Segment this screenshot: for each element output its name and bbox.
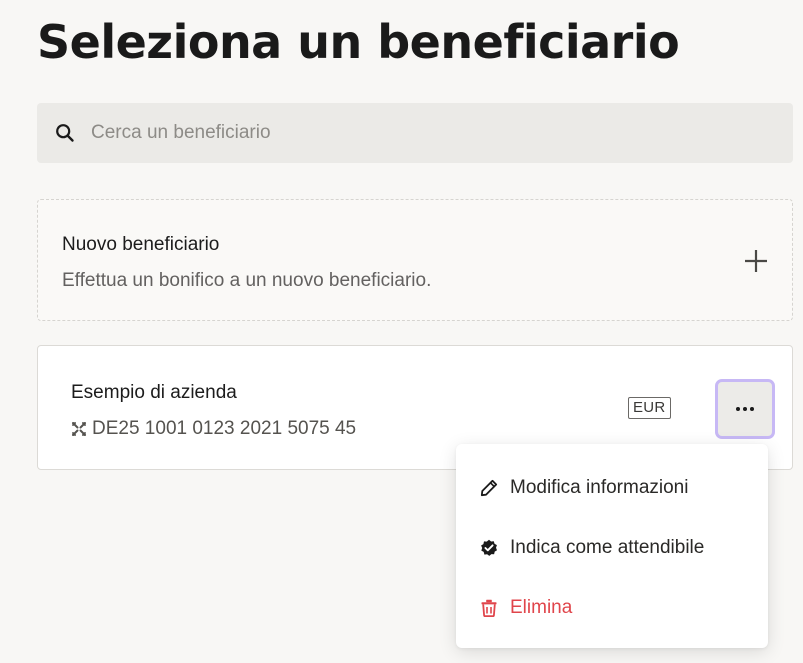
search-input[interactable] [91, 122, 691, 144]
pencil-icon [480, 479, 498, 497]
page: Seleziona un beneficiario Nuovo benefici… [0, 0, 803, 663]
menu-item-label: Indica come attendibile [510, 537, 705, 558]
search-bar[interactable] [37, 103, 793, 163]
new-beneficiary-title: Nuovo beneficiario [62, 234, 220, 255]
menu-item-label: Elimina [510, 597, 573, 618]
beneficiary-iban-row: DE25 1001 0123 2021 5075 45 [71, 418, 356, 440]
menu-item-delete[interactable]: Elimina [456, 580, 768, 636]
verified-icon [480, 539, 498, 557]
iban-icon [71, 421, 87, 437]
search-icon [55, 123, 75, 143]
trash-icon [480, 599, 498, 617]
new-beneficiary-card[interactable]: Nuovo beneficiario Effettua un bonifico … [37, 199, 793, 321]
more-icon [736, 407, 754, 411]
page-title: Seleziona un beneficiario [37, 15, 680, 69]
plus-icon[interactable] [744, 249, 768, 273]
menu-item-trust[interactable]: Indica come attendibile [456, 520, 768, 576]
options-menu: Modifica informazioni Indica come attend… [456, 444, 768, 648]
beneficiary-iban: DE25 1001 0123 2021 5075 45 [92, 418, 357, 439]
menu-item-label: Modifica informazioni [510, 477, 689, 498]
beneficiary-name: Esempio di azienda [71, 382, 237, 403]
currency-badge: EUR [628, 397, 671, 419]
new-beneficiary-subtitle: Effettua un bonifico a un nuovo benefici… [62, 270, 432, 291]
menu-item-edit[interactable]: Modifica informazioni [456, 460, 768, 516]
more-options-button[interactable] [715, 379, 775, 439]
